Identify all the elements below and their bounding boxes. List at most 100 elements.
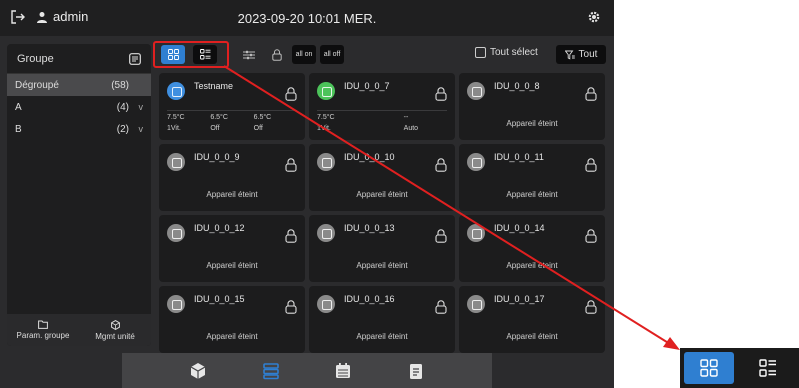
device-readings-row: 7.5°C -- [317,114,447,121]
grid-view-icon [700,359,718,377]
device-card[interactable]: IDU_0_0_8 Appareil éteint [459,73,605,140]
device-status: Appareil éteint [506,190,558,199]
date-time: 2023-09-20 10:01 MER. [237,11,377,26]
fan-speed: 1Vit. [167,125,181,132]
device-name: IDU_0_0_7 [344,81,390,91]
lock-icon[interactable] [435,158,447,172]
lock-icon[interactable] [585,87,597,101]
device-card[interactable]: IDU_0_0_10 Appareil éteint [309,144,455,211]
lock-icon[interactable] [585,158,597,172]
folder-icon [38,320,48,329]
room-temp: 7.5°C [167,114,185,121]
select-all-label: Tout sélect [490,47,538,58]
fan-speed: 1Vit. [317,125,331,132]
sidebar-item-count: (58) [111,79,129,91]
device-card[interactable]: IDU_0_0_7 7.5°C -- 1Vit. Auto [309,73,455,140]
device-name: IDU_0_0_16 [344,294,395,304]
lock-icon[interactable] [435,87,447,101]
indoor-unit-icon [167,295,185,313]
settings-sliders-button[interactable] [237,45,261,64]
swing-mode [360,125,403,132]
sidebar-item-ungrouped[interactable]: Dégroupé (58) [7,74,151,96]
chevron-down-icon[interactable]: v [129,124,144,134]
device-name: IDU_0_0_17 [494,294,545,304]
lock-icon[interactable] [285,300,297,314]
view-toggle-zoom [680,348,799,388]
lock-icon[interactable] [435,229,447,243]
filter-all-button[interactable]: Tout [556,45,606,64]
device-name: IDU_0_0_13 [344,223,395,233]
device-card[interactable]: IDU_0_0_9 Appareil éteint [159,144,305,211]
user-info[interactable]: admin [36,9,88,24]
user-icon [37,11,47,23]
device-card[interactable]: IDU_0_0_11 Appareil éteint [459,144,605,211]
list-view-button-zoomed[interactable] [743,352,793,384]
select-all-toggle[interactable]: Tout sélect [475,47,538,58]
logout-icon[interactable] [10,9,26,25]
lock-icon[interactable] [285,229,297,243]
lock-all-button[interactable] [265,45,289,64]
set-temp [360,114,403,121]
device-name: IDU_0_0_14 [494,223,545,233]
device-card[interactable]: IDU_0_0_13 Appareil éteint [309,215,455,282]
device-name: IDU_0_0_10 [344,152,395,162]
lock-icon[interactable] [585,229,597,243]
cube-icon[interactable] [189,362,207,380]
device-name: IDU_0_0_8 [494,81,540,91]
sidebar-item-label: A [15,101,22,113]
device-card[interactable]: IDU_0_0_14 Appareil éteint [459,215,605,282]
device-card[interactable]: IDU_0_0_15 Appareil éteint [159,286,305,353]
indoor-unit-icon [467,224,485,242]
chevron-down-icon[interactable]: v [129,102,144,112]
unit-mgmt-button[interactable]: Mgmt unité [79,314,151,346]
device-readings-row: 7.5°C 6.5°C 6.5°C [167,114,297,121]
device-status: Appareil éteint [206,332,258,341]
device-status: Appareil éteint [506,261,558,270]
other-temp: 6.5°C [253,114,272,121]
filter-icon [564,50,575,60]
other-temp: -- [403,114,409,121]
device-name: IDU_0_0_11 [494,152,544,162]
device-name: IDU_0_0_15 [194,294,245,304]
device-card[interactable]: IDU_0_0_16 Appareil éteint [309,286,455,353]
device-status-row: 1Vit. Auto [317,125,447,132]
all-on-button[interactable]: all on [292,45,316,64]
bottom-nav [122,353,492,388]
device-card[interactable]: IDU_0_0_17 Appareil éteint [459,286,605,353]
username: admin [53,9,89,24]
sidebar-header: Groupe [7,44,151,74]
lock-icon[interactable] [435,300,447,314]
group-list-icon[interactable] [129,52,141,65]
group-sidebar: Groupe Dégroupé (58) A (4) v B (2) v Par… [7,44,151,346]
device-status: Appareil éteint [206,261,258,270]
device-name: Testname [194,81,234,91]
group-params-button[interactable]: Param. groupe [7,314,79,346]
gear-icon[interactable] [586,9,602,25]
indoor-unit-icon [167,153,185,171]
select-all-checkbox[interactable] [475,47,486,58]
device-card[interactable]: Testname 7.5°C 6.5°C 6.5°C 1Vit. Off Off [159,73,305,140]
layers-icon[interactable] [262,362,280,380]
lock-icon[interactable] [285,87,297,101]
all-off-button[interactable]: all off [320,45,344,64]
list-view-icon [759,359,776,377]
sidebar-item-b[interactable]: B (2) v [7,118,151,140]
device-status-row: 1Vit. Off Off [167,125,297,132]
indoor-unit-icon [317,224,335,242]
device-name: IDU_0_0_9 [194,152,240,162]
indoor-unit-icon [467,153,485,171]
sidebar-item-count: (2) [116,123,129,135]
device-card[interactable]: IDU_0_0_12 Appareil éteint [159,215,305,282]
lock-icon[interactable] [585,300,597,314]
filter-all-label: Tout [578,49,598,60]
indoor-unit-icon [467,82,485,100]
sidebar-title: Groupe [17,52,54,65]
indoor-unit-icon [167,82,185,100]
device-status: Appareil éteint [506,332,558,341]
indoor-unit-icon [167,224,185,242]
clipboard-icon[interactable] [407,362,425,380]
lock-icon[interactable] [285,158,297,172]
grid-view-button-zoomed[interactable] [684,352,734,384]
sidebar-item-a[interactable]: A (4) v [7,96,151,118]
calendar-icon[interactable] [334,362,352,380]
